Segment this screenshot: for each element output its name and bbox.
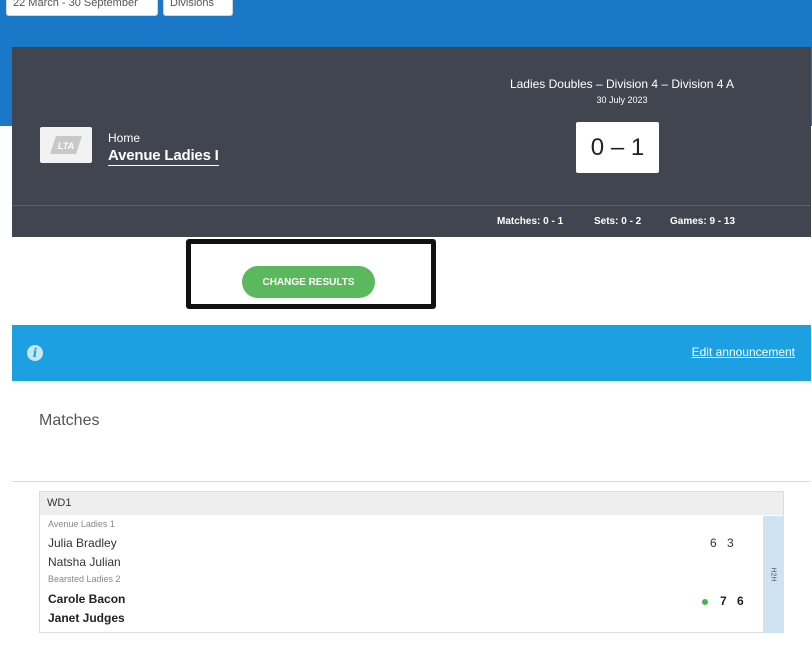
rubber-card: WD1 Avenue Ladies 1 Julia Bradley Natsha… (39, 491, 784, 633)
summary-matches: Matches: 0 - 1 (497, 216, 564, 227)
team2-set-1-score: 7 (720, 594, 727, 608)
team2-player-2[interactable]: Janet Judges (48, 611, 125, 625)
team1-set-2-score: 3 (727, 536, 734, 550)
rubber-code: WD1 (40, 492, 783, 515)
date-range-button[interactable]: 22 March - 30 September (6, 0, 158, 16)
match-score: 0 – 1 (576, 122, 659, 173)
edit-announcement-link[interactable]: Edit announcement (692, 345, 795, 359)
team1-name: Avenue Ladies 1 (48, 519, 115, 529)
announcement-bar: i Edit announcement (12, 325, 811, 381)
match-header-panel: LTA Home Avenue Ladies I Ladies Doubles … (12, 47, 811, 237)
matches-title: Matches (39, 412, 100, 429)
h2h-label: H2H (769, 567, 777, 582)
team1-player-1[interactable]: Julia Bradley (48, 536, 117, 550)
home-label: Home (108, 131, 141, 145)
change-results-button[interactable]: CHANGE RESULTS (242, 266, 375, 298)
matches-header (12, 396, 811, 482)
team2-set-2-score: 6 (737, 594, 744, 608)
lta-logo: LTA (40, 127, 92, 163)
info-icon: i (27, 345, 43, 361)
team2-name: Bearsted Ladies 2 (48, 574, 121, 584)
h2h-button[interactable]: H2H (763, 516, 784, 633)
team2-player-1[interactable]: Carole Bacon (48, 592, 125, 606)
summary-games: Games: 9 - 13 (670, 216, 736, 227)
team1-player-2[interactable]: Natsha Julian (48, 555, 121, 569)
home-team-link[interactable]: Avenue Ladies I (108, 147, 219, 166)
lta-logo-icon: LTA (50, 136, 82, 154)
summary-sets: Sets: 0 - 2 (594, 216, 642, 227)
divisions-button[interactable]: Divisions (163, 0, 233, 16)
svg-text:LTA: LTA (58, 141, 74, 151)
panel-divider (12, 205, 811, 206)
competition-title: Ladies Doubles – Division 4 – Division 4… (509, 77, 735, 91)
match-date: 30 July 2023 (596, 95, 648, 105)
winner-indicator (702, 599, 708, 605)
team1-set-1-score: 6 (710, 536, 717, 550)
